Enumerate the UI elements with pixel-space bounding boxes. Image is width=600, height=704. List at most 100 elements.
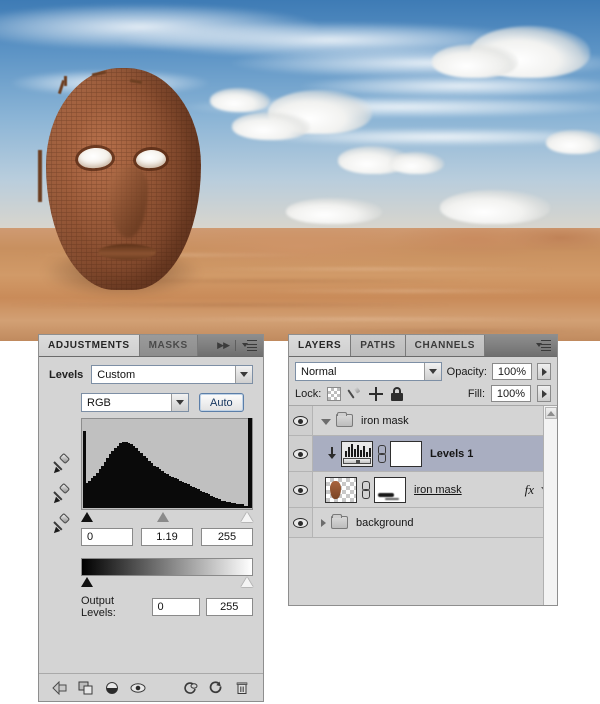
toggle-layer-visibility-icon[interactable] — [99, 677, 125, 699]
adjustments-footer — [39, 673, 263, 701]
table-row[interactable]: background — [289, 508, 557, 538]
table-row[interactable]: iron mask — [289, 406, 557, 436]
histogram-area[interactable] — [81, 418, 253, 510]
output-levels-label: Output Levels: — [81, 595, 116, 619]
tabbar-spacer — [198, 335, 211, 356]
painted-layer-mask-thumbnail[interactable] — [374, 476, 406, 503]
opacity-stepper[interactable] — [537, 363, 551, 380]
levels-label: Levels — [49, 368, 84, 381]
chevron-down-icon[interactable] — [235, 366, 252, 383]
eye-icon[interactable] — [293, 484, 308, 495]
document-canvas[interactable] — [0, 0, 600, 341]
layer-name[interactable]: background — [356, 517, 414, 529]
panel-menu-icon[interactable] — [242, 340, 257, 351]
output-black-slider[interactable] — [81, 577, 93, 587]
layer-name[interactable]: Levels 1 — [430, 448, 473, 460]
delete-adjustment-layer-icon[interactable] — [229, 677, 255, 699]
return-to-adjustment-list-icon[interactable] — [47, 677, 73, 699]
crack-sliver — [38, 150, 42, 202]
opacity-field[interactable]: 100% — [492, 363, 532, 380]
tab-channels[interactable]: CHANNELS — [405, 335, 486, 356]
input-levels-fields: 0 1.19 255 — [81, 528, 253, 546]
sand-ripple — [300, 330, 600, 332]
transparent-face-thumbnail[interactable] — [325, 476, 357, 503]
eyedropper-toolgroup — [51, 452, 77, 545]
sand-ripple — [180, 268, 560, 270]
channel-dropdown[interactable]: RGB — [81, 393, 189, 412]
clip-to-layer-icon[interactable] — [73, 677, 99, 699]
layer-visibility-toggle[interactable] — [289, 508, 313, 537]
tab-masks[interactable]: MASKS — [139, 335, 198, 356]
chevron-down-icon[interactable] — [423, 363, 441, 380]
levels-histogram-thumbnail[interactable] — [341, 440, 373, 467]
layer-list[interactable]: iron mask Levels 1 iron mask fx backgrou… — [289, 405, 557, 605]
cumulus-cloud — [432, 44, 518, 78]
input-highlight-field[interactable]: 255 — [201, 528, 253, 546]
set-black-point-eyedropper[interactable] — [51, 452, 73, 476]
fx-icon[interactable]: fx — [525, 482, 534, 498]
vertical-scrollbar[interactable] — [543, 406, 557, 605]
input-shadow-field[interactable]: 0 — [81, 528, 133, 546]
lock-all-icon[interactable] — [390, 386, 404, 401]
auto-button[interactable]: Auto — [199, 393, 244, 412]
output-levels-sliders[interactable] — [81, 577, 253, 589]
output-white-slider[interactable] — [241, 577, 253, 587]
set-white-point-eyedropper[interactable] — [51, 512, 73, 536]
input-highlight-slider[interactable] — [241, 512, 253, 522]
chevron-down-icon[interactable] — [321, 418, 331, 425]
mouth — [98, 244, 156, 260]
fill-label: Fill: — [467, 387, 485, 400]
input-shadow-slider[interactable] — [81, 512, 93, 522]
layer-visibility-toggle[interactable] — [289, 436, 313, 471]
view-previous-state-icon[interactable] — [125, 677, 151, 699]
panel-menu-icon[interactable] — [536, 340, 551, 351]
iron-mask-artwork[interactable] — [34, 58, 216, 300]
set-gray-point-eyedropper[interactable] — [51, 482, 73, 506]
input-midtone-field[interactable]: 1.19 — [141, 528, 193, 546]
layer-visibility-toggle[interactable] — [289, 472, 313, 507]
output-white-field[interactable]: 255 — [205, 598, 253, 616]
cumulus-cloud — [286, 198, 382, 224]
output-gradient-bar — [81, 558, 253, 576]
double-chevron-right-icon[interactable]: ▶▶ — [217, 340, 230, 351]
scroll-up-arrow-icon[interactable] — [545, 407, 557, 419]
layer-name[interactable]: iron mask — [361, 415, 409, 427]
cumulus-cloud — [232, 112, 310, 140]
output-black-field[interactable]: 0 — [151, 598, 200, 616]
sand-ripple — [240, 290, 580, 292]
table-row[interactable]: iron mask fx — [289, 472, 557, 508]
cumulus-cloud — [390, 152, 444, 174]
blend-mode-dropdown[interactable]: Normal — [295, 362, 442, 381]
tab-adjustments[interactable]: ADJUSTMENTS — [39, 335, 140, 356]
input-levels-sliders[interactable] — [81, 512, 253, 524]
levels-preset-dropdown[interactable]: Custom — [91, 365, 253, 384]
eye-icon[interactable] — [293, 517, 308, 528]
link-mask-icon[interactable] — [376, 444, 387, 464]
reset-adjustment-icon[interactable] — [203, 677, 229, 699]
lock-fill-row: Lock: Fill: 100% — [289, 384, 557, 407]
layers-panel[interactable]: LAYERS PATHS CHANNELS Normal Opacity: 10… — [288, 334, 558, 606]
folder-icon — [331, 514, 348, 529]
eye-icon[interactable] — [293, 448, 308, 459]
white-layer-mask-thumbnail[interactable] — [390, 440, 422, 467]
link-mask-icon[interactable] — [360, 480, 371, 500]
opacity-label: Opacity: — [446, 365, 487, 378]
layer-name[interactable]: iron mask — [414, 484, 462, 496]
reset-to-previous-icon[interactable] — [177, 677, 203, 699]
chevron-down-icon[interactable] — [171, 394, 188, 411]
fill-stepper[interactable] — [537, 385, 551, 402]
lock-image-pixels-icon[interactable] — [348, 387, 362, 401]
adjustments-body: Levels Custom RGB Auto 0 1.19 255 Output… — [39, 357, 263, 701]
sand-ripple — [0, 304, 460, 306]
chevron-right-icon[interactable] — [321, 518, 326, 527]
adjustments-panel[interactable]: ADJUSTMENTS MASKS ▶▶ Levels Custom RGB A… — [38, 334, 264, 702]
lock-position-icon[interactable] — [369, 386, 384, 401]
lock-transparent-pixels-icon[interactable] — [327, 386, 342, 401]
eye-icon[interactable] — [293, 415, 308, 426]
table-row[interactable]: Levels 1 — [289, 436, 557, 472]
input-midtone-slider[interactable] — [157, 512, 169, 522]
tab-layers[interactable]: LAYERS — [289, 335, 352, 356]
layer-visibility-toggle[interactable] — [289, 406, 313, 435]
fill-field[interactable]: 100% — [491, 385, 531, 402]
tab-paths[interactable]: PATHS — [351, 335, 406, 356]
